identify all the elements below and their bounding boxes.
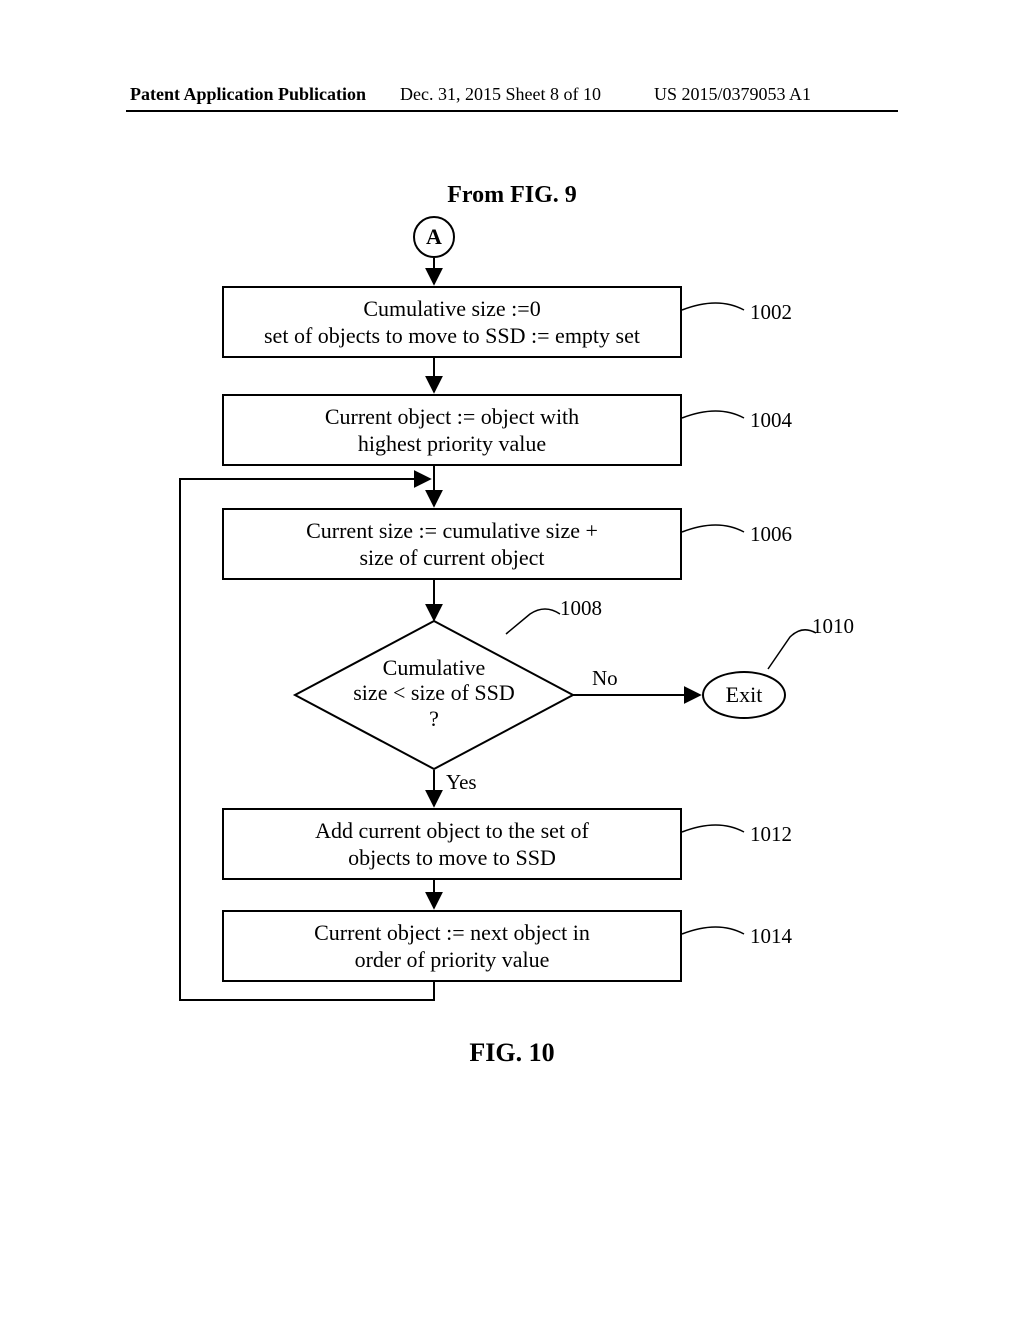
decision-1008-line1: Cumulative [344,655,524,680]
step-1006: Current size := cumulative size + size o… [222,508,682,580]
decision-1008: Cumulative size < size of SSD ? [344,655,524,731]
step-1012-line2: objects to move to SSD [348,844,556,872]
step-1004: Current object := object with highest pr… [222,394,682,466]
step-1002: Cumulative size :=0 set of objects to mo… [222,286,682,358]
step-1012-line1: Add current object to the set of [315,817,589,845]
step-1006-line2: size of current object [359,544,544,572]
edge-label-no: No [592,666,618,691]
step-1012: Add current object to the set of objects… [222,808,682,880]
ref-1002: 1002 [750,300,792,325]
ref-1004: 1004 [750,408,792,433]
figure-caption: FIG. 10 [0,1038,1024,1068]
step-1002-line1: Cumulative size :=0 [363,295,540,323]
edge-label-yes: Yes [446,770,477,795]
ref-1014: 1014 [750,924,792,949]
step-1014: Current object := next object in order o… [222,910,682,982]
decision-1008-line2: size < size of SSD [344,680,524,705]
step-1002-line2: set of objects to move to SSD := empty s… [264,322,640,350]
ref-1008: 1008 [560,596,602,621]
page: Patent Application Publication Dec. 31, … [0,0,1024,1320]
ref-1010: 1010 [812,614,854,639]
step-1006-line1: Current size := cumulative size + [306,517,598,545]
step-1004-line2: highest priority value [358,430,546,458]
ref-1006: 1006 [750,522,792,547]
ref-1012: 1012 [750,822,792,847]
decision-1008-line3: ? [344,706,524,731]
terminator-exit-label: Exit [726,682,763,708]
terminator-exit: Exit [702,671,786,719]
step-1004-line1: Current object := object with [325,403,579,431]
step-1014-line1: Current object := next object in [314,919,590,947]
step-1014-line2: order of priority value [355,946,550,974]
